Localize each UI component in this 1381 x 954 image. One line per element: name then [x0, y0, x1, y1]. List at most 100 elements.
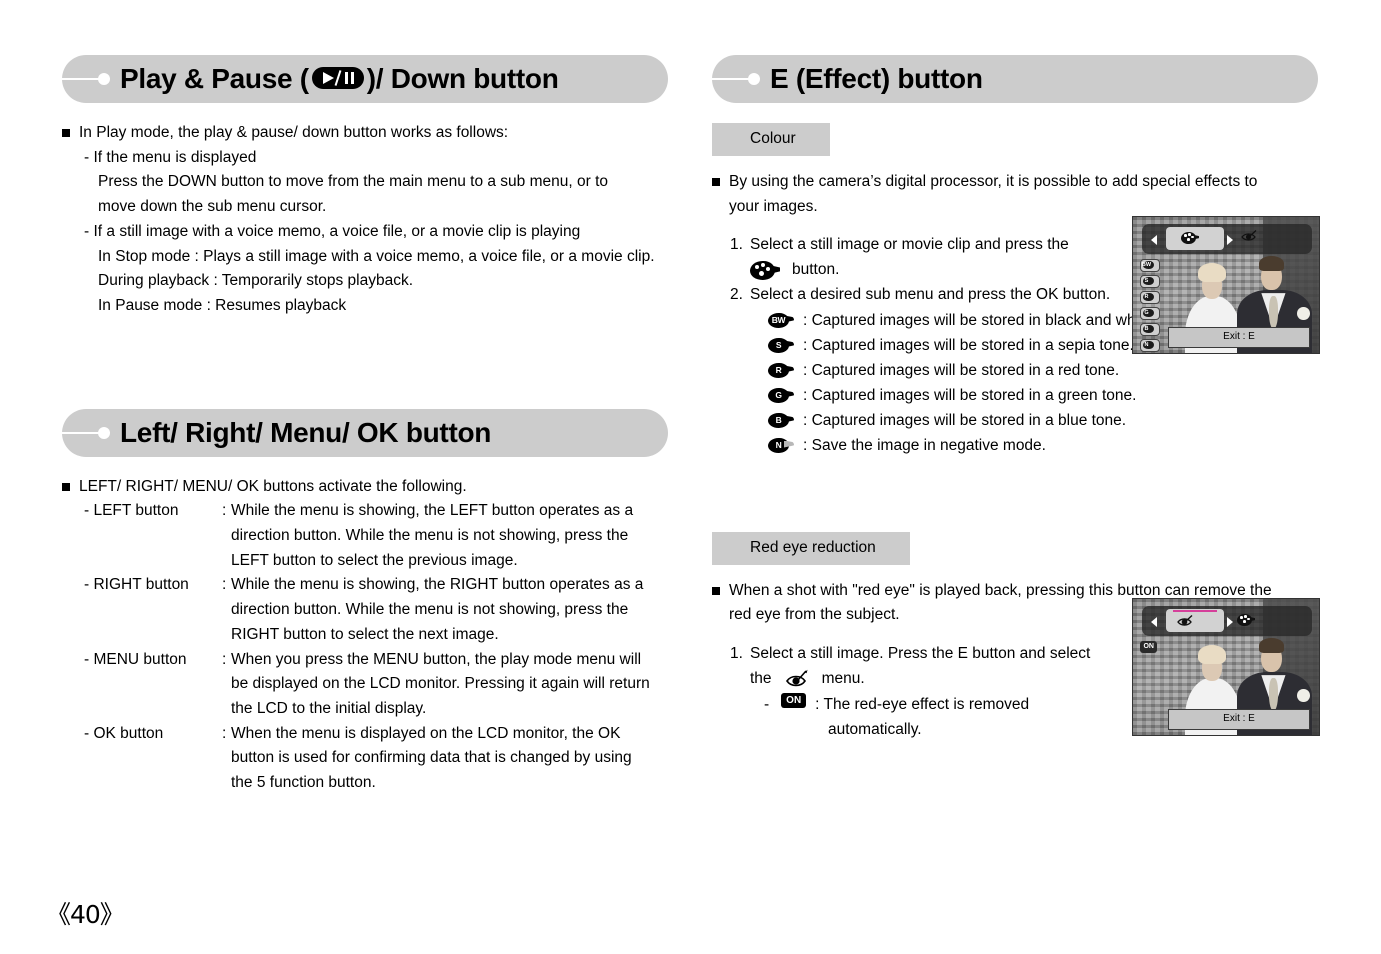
lcd-selection-underline [1172, 609, 1217, 612]
square-bullet-icon [62, 129, 70, 137]
step-number: 1. [730, 644, 743, 662]
definition-description: When you press the MENU button, the play… [231, 648, 668, 722]
definition-term: - RIGHT button [84, 576, 189, 594]
lcd-arrow-left-icon [1150, 616, 1157, 627]
definition-line: direction button. While the menu is not … [231, 601, 629, 619]
heading-lead-marker [62, 55, 120, 103]
definition-line: When the menu is displayed on the LCD mo… [231, 724, 621, 742]
step-number: 1. [730, 236, 743, 254]
definition-line: direction button. While the menu is not … [231, 527, 629, 545]
effect-description: : Save the image in negative mode. [803, 436, 1046, 454]
definition-term: - MENU button [84, 650, 187, 668]
red-eye-icon [784, 669, 812, 689]
effect-description: : Captured images will be stored in blac… [803, 311, 1157, 329]
lcd-on-tag: ON [1140, 641, 1157, 654]
section-heading-play-pause: Play & Pause ( )/ Down button [62, 55, 668, 103]
step-line: button. [792, 261, 840, 279]
bullet-item: By using the camera’s digital processor,… [712, 170, 1318, 219]
bullet-label: LEFT/ RIGHT/ MENU/ OK buttons activate t… [79, 477, 467, 495]
section-title: Left/ Right/ Menu/ OK button [120, 416, 492, 448]
body-line: In Pause mode : Resumes playback [98, 296, 347, 314]
bullet-label: In Play mode, the play & pause/ down but… [79, 124, 509, 141]
body-line: In Stop mode : Plays a still image with … [98, 247, 655, 265]
left-right-menu-ok-body: LEFT/ RIGHT/ MENU/ OK buttons activate t… [62, 475, 668, 796]
lcd-arrow-left-icon [1150, 234, 1157, 245]
definition-colon: : [222, 502, 227, 520]
lcd-menu-bar [1142, 223, 1312, 254]
lcd-effect-badge: R [1139, 291, 1160, 305]
square-bullet-icon [712, 586, 720, 595]
heading-text-after: )/ Down button [366, 63, 559, 94]
body-line: - If a still image with a voice memo, a … [84, 222, 581, 240]
lcd-effect-badge: G [1139, 307, 1160, 321]
palette-icon [750, 260, 780, 280]
lcd-arrow-right-icon [1226, 616, 1233, 627]
definition-term: - OK button [84, 724, 164, 742]
definition-colon: : [222, 576, 227, 594]
definition-line: button is used for confirming data that … [231, 749, 632, 767]
effect-green-icon: G [768, 387, 794, 403]
step-line-prefix: the [750, 669, 772, 687]
heading-text-before: Play & Pause ( [120, 63, 309, 94]
body-line: During playback : Temporarily stops play… [98, 272, 414, 290]
effect-description: : Captured images will be stored in a gr… [803, 386, 1137, 404]
bullet-item: LEFT/ RIGHT/ MENU/ OK buttons activate t… [62, 475, 668, 500]
definition-line: When you press the MENU button, the play… [231, 650, 642, 668]
definition-line: While the menu is showing, the RIGHT but… [231, 576, 644, 594]
lcd-exit-label: Exit : E [1168, 709, 1310, 730]
page-title: Play & Pause ( )/ Down button [120, 63, 559, 95]
manual-page: Play & Pause ( )/ Down button In Play mo… [0, 0, 1381, 954]
effect-item: N : Save the image in negative mode. [768, 433, 1318, 458]
lcd-red-eye-icon [1176, 614, 1196, 628]
subsection-caption-colour: Colour [712, 123, 830, 156]
definition-line: be displayed on the LCD monitor. Pressin… [231, 675, 650, 693]
heading-dot [98, 426, 110, 439]
effect-red-icon: R [768, 362, 794, 378]
subsection-caption-red-eye: Red eye reduction [712, 531, 910, 565]
lcd-arrow-right-icon [1226, 234, 1233, 245]
lcd-effect-badge: S [1139, 275, 1160, 289]
bullet-item: In Play mode, the play & pause/ down but… [62, 121, 668, 146]
body-line: - If the menu is displayed [84, 148, 257, 166]
definition-line: LEFT button to select the previous image… [231, 551, 518, 569]
section-title: E (Effect) button [770, 63, 983, 94]
definition-description: While the menu is showing, the LEFT butt… [231, 499, 668, 573]
lcd-preview-colour: BW S R G B N Exit : E [1132, 216, 1320, 354]
definition-colon: : [222, 724, 227, 742]
effect-bw-icon: BW [768, 312, 794, 328]
effect-item: G : Captured images will be stored in a … [768, 383, 1318, 408]
bullet-label: By using the camera’s digital processor,… [729, 170, 1318, 219]
sub-text: : The red-eye effect is removed [815, 696, 1030, 714]
effect-description: : Captured images will be stored in a se… [803, 336, 1134, 354]
lcd-preview-red-eye: ON Exit : E [1132, 598, 1320, 736]
lcd-effect-menu-column: BW S R G B N [1139, 259, 1160, 353]
definition-description: When the menu is displayed on the LCD mo… [231, 722, 668, 796]
body-line: move down the sub menu cursor. [98, 198, 327, 216]
lcd-red-eye-icon [1240, 229, 1260, 243]
bullet-line: By using the camera’s digital processor,… [729, 173, 1258, 190]
definition-row: - RIGHT button : While the menu is showi… [84, 573, 668, 647]
step-line-suffix: menu. [821, 669, 865, 687]
sub-dash: - [764, 696, 770, 714]
heading-dot [748, 73, 760, 85]
heading-dot [98, 73, 110, 85]
definition-line: the LCD to the initial display. [231, 699, 427, 717]
lcd-effect-badge: BW [1139, 259, 1160, 273]
step-number: 2. [730, 285, 743, 303]
lcd-effect-badge: B [1139, 323, 1160, 337]
play-pause-body: In Play mode, the play & pause/ down but… [62, 121, 668, 319]
lcd-exit-label: Exit : E [1168, 327, 1310, 348]
definition-line: the 5 function button. [231, 774, 376, 792]
definition-colon: : [222, 650, 227, 668]
definition-line: While the menu is showing, the LEFT butt… [231, 502, 634, 520]
effect-description: : Captured images will be stored in a bl… [803, 411, 1127, 429]
lcd-palette-icon [1237, 613, 1256, 626]
definition-line: RIGHT button to select the next image. [231, 625, 499, 643]
effect-sepia-icon: S [768, 337, 794, 353]
effect-negative-icon: N [768, 437, 794, 453]
on-badge-icon: ON [781, 693, 807, 709]
lcd-palette-icon [1181, 231, 1200, 244]
effect-item: R : Captured images will be stored in a … [768, 358, 1318, 383]
page-number: 《40》 [46, 900, 125, 929]
heading-lead-marker [712, 55, 770, 103]
